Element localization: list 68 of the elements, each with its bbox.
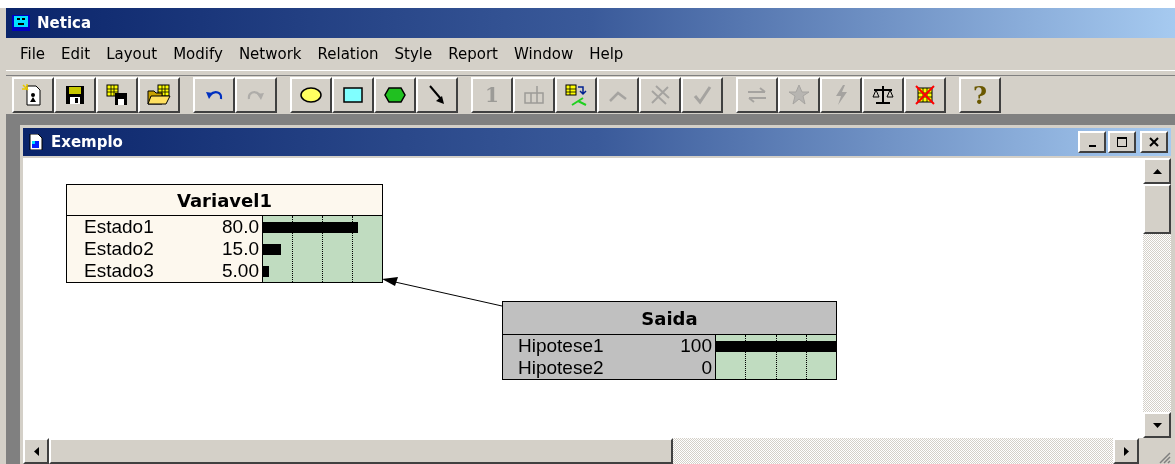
tree-icon xyxy=(564,83,588,107)
state-value: 80.0 xyxy=(222,216,259,238)
toolbar-button[interactable] xyxy=(54,77,96,113)
menu-item[interactable]: Relation xyxy=(309,45,387,63)
toolbar-button[interactable] xyxy=(193,77,235,113)
up-arrow-icon xyxy=(1152,168,1162,174)
scroll-thumb[interactable] xyxy=(1143,184,1171,234)
right-arrow-icon xyxy=(1123,446,1129,456)
undo-icon xyxy=(205,89,223,101)
delete-grid-icon xyxy=(913,83,937,107)
toolbar-button[interactable] xyxy=(96,77,138,113)
network-node[interactable]: Saida Hipotese1 100 Hipotese2 0 xyxy=(502,301,837,380)
redo-icon xyxy=(247,89,265,101)
state-value: 5.00 xyxy=(222,260,259,282)
toolbar-button[interactable] xyxy=(904,77,946,113)
size-grip-icon xyxy=(1157,450,1171,464)
document-icon xyxy=(29,134,43,150)
menu-item[interactable]: Style xyxy=(386,45,441,63)
state-name: Hipotese1 xyxy=(518,335,604,357)
toolbar-button[interactable] xyxy=(555,77,597,113)
minimize-icon xyxy=(1088,144,1096,147)
save-all-icon xyxy=(105,83,129,107)
toolbar-button[interactable] xyxy=(12,77,54,113)
scroll-thumb[interactable] xyxy=(49,438,673,464)
menu-item[interactable]: Layout xyxy=(98,45,166,63)
state-name: Estado2 xyxy=(84,238,154,260)
menu-item[interactable]: Modify xyxy=(165,45,231,63)
help-button[interactable]: ? xyxy=(959,77,1001,113)
scroll-left-button[interactable] xyxy=(23,438,49,464)
state-value: 15.0 xyxy=(222,238,259,260)
menu-item[interactable]: Report xyxy=(440,45,506,63)
node-name: Variavel1 xyxy=(177,189,272,211)
toolbar-button[interactable] xyxy=(290,77,332,113)
state-value: 0 xyxy=(701,357,712,379)
node-name: Saida xyxy=(641,307,698,329)
state-name: Estado3 xyxy=(84,260,154,282)
down-arrow-icon xyxy=(1152,422,1162,428)
scale-icon xyxy=(871,83,895,107)
close-button[interactable] xyxy=(1140,131,1168,153)
open-icon xyxy=(147,83,171,107)
scroll-down-button[interactable] xyxy=(1143,412,1171,438)
star-icon xyxy=(787,83,811,107)
toolbar-button[interactable] xyxy=(374,77,416,113)
scroll-right-button[interactable] xyxy=(1113,438,1139,464)
network-node[interactable]: Variavel1 Estado1 80.0 Estado2 15.0 Estado3 5.00 xyxy=(66,184,383,283)
state-value: 100 xyxy=(680,335,712,357)
close-icon xyxy=(1149,137,1159,147)
toolbar-button[interactable] xyxy=(416,77,458,113)
save-icon xyxy=(63,83,87,107)
menu-item[interactable]: File xyxy=(12,45,54,63)
menu-item[interactable]: Help xyxy=(581,45,632,63)
menu-item[interactable]: Window xyxy=(506,45,582,63)
app-icon xyxy=(12,15,30,31)
state-name: Estado1 xyxy=(84,216,154,238)
state-name: Hipotese2 xyxy=(518,357,604,379)
menu-item[interactable]: Network xyxy=(230,45,310,63)
toolbar-button[interactable] xyxy=(862,77,904,113)
table-icon xyxy=(522,83,546,107)
left-arrow-icon xyxy=(33,446,39,456)
toolbar-button[interactable] xyxy=(138,77,180,113)
maximize-icon xyxy=(1117,137,1127,147)
window-title: Netica xyxy=(37,14,92,32)
minimize-button[interactable] xyxy=(1078,131,1106,153)
menu-item[interactable]: Edit xyxy=(53,45,99,63)
toolbar-button[interactable] xyxy=(332,77,374,113)
maximize-button[interactable] xyxy=(1108,131,1136,153)
document-title: Exemplo xyxy=(51,133,123,151)
scroll-up-button[interactable] xyxy=(1143,158,1171,184)
